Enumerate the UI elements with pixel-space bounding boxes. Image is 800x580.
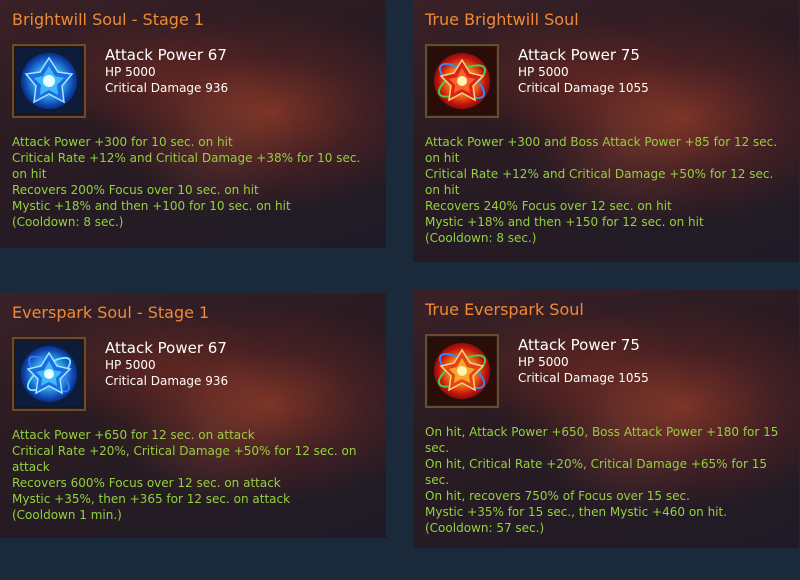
soul-icon-frame	[12, 44, 86, 118]
cooldown-line: (Cooldown: 8 sec.)	[425, 231, 537, 245]
cooldown-line: (Cooldown: 8 sec.)	[12, 215, 124, 229]
attack-power-stat: Attack Power 75	[518, 46, 640, 64]
soul-title: Everspark Soul - Stage 1	[12, 303, 210, 322]
attack-power-stat: Attack Power 67	[105, 46, 227, 64]
effect-line: Recovers 240% Focus over 12 sec. on hit	[425, 199, 672, 213]
effect-line: On hit, recovers 750% of Focus over 15 s…	[425, 489, 690, 503]
effect-line: Mystic +35%, then +365 for 12 sec. on at…	[12, 492, 291, 506]
soul-icon-frame	[425, 334, 499, 408]
hp-stat: HP 5000	[105, 358, 156, 372]
soul-effects: Attack Power +300 and Boss Attack Power …	[425, 134, 785, 246]
hp-stat: HP 5000	[105, 65, 156, 79]
soul-card-true-brightwill: True Brightwill Soul Attack Power 75 HP …	[413, 0, 799, 262]
blue-gem-icon	[16, 341, 82, 407]
effect-line: Mystic +35% for 15 sec., then Mystic +46…	[425, 505, 728, 519]
soul-effects: Attack Power +650 for 12 sec. on attack …	[12, 427, 372, 523]
critical-damage-stat: Critical Damage 1055	[518, 371, 649, 385]
soul-title: True Brightwill Soul	[425, 10, 579, 29]
soul-stats: Attack Power 75 HP 5000 Critical Damage …	[518, 46, 649, 96]
soul-icon-frame	[425, 44, 499, 118]
red-gem-icon	[429, 48, 495, 114]
attack-power-stat: Attack Power 75	[518, 336, 640, 354]
hp-stat: HP 5000	[518, 65, 569, 79]
blue-gem-icon	[16, 48, 82, 114]
red-gem-icon	[429, 338, 495, 404]
effect-line: Attack Power +300 and Boss Attack Power …	[425, 135, 778, 165]
soul-icon-frame	[12, 337, 86, 411]
soul-title: True Everspark Soul	[425, 300, 584, 319]
effect-line: Recovers 600% Focus over 12 sec. on atta…	[12, 476, 281, 490]
cooldown-line: (Cooldown 1 min.)	[12, 508, 122, 522]
effect-line: Critical Rate +20%, Critical Damage +50%…	[12, 444, 357, 474]
soul-stats: Attack Power 67 HP 5000 Critical Damage …	[105, 339, 228, 389]
effect-line: On hit, Attack Power +650, Boss Attack P…	[425, 425, 779, 455]
soul-effects: Attack Power +300 for 10 sec. on hit Cri…	[12, 134, 372, 230]
critical-damage-stat: Critical Damage 936	[105, 374, 229, 388]
attack-power-stat: Attack Power 67	[105, 339, 227, 357]
soul-card-everspark-stage1: Everspark Soul - Stage 1 Attack Power 67…	[0, 293, 386, 538]
soul-stats: Attack Power 75 HP 5000 Critical Damage …	[518, 336, 649, 386]
soul-effects: On hit, Attack Power +650, Boss Attack P…	[425, 424, 785, 536]
effect-line: Mystic +18% and then +150 for 12 sec. on…	[425, 215, 704, 229]
effect-line: On hit, Critical Rate +20%, Critical Dam…	[425, 457, 767, 487]
critical-damage-stat: Critical Damage 936	[105, 81, 229, 95]
effect-line: Attack Power +650 for 12 sec. on attack	[12, 428, 255, 442]
soul-title: Brightwill Soul - Stage 1	[12, 10, 205, 29]
soul-stats: Attack Power 67 HP 5000 Critical Damage …	[105, 46, 228, 96]
effect-line: Mystic +18% and then +100 for 10 sec. on…	[12, 199, 291, 213]
cooldown-line: (Cooldown: 57 sec.)	[425, 521, 545, 535]
effect-line: Critical Rate +12% and Critical Damage +…	[12, 151, 361, 181]
hp-stat: HP 5000	[518, 355, 569, 369]
soul-card-brightwill-stage1: Brightwill Soul - Stage 1 Attack Power 6…	[0, 0, 386, 248]
soul-card-true-everspark: True Everspark Soul Attack Power 75 HP 5…	[413, 290, 799, 548]
effect-line: Critical Rate +12% and Critical Damage +…	[425, 167, 774, 197]
critical-damage-stat: Critical Damage 1055	[518, 81, 649, 95]
effect-line: Attack Power +300 for 10 sec. on hit	[12, 135, 233, 149]
effect-line: Recovers 200% Focus over 10 sec. on hit	[12, 183, 259, 197]
